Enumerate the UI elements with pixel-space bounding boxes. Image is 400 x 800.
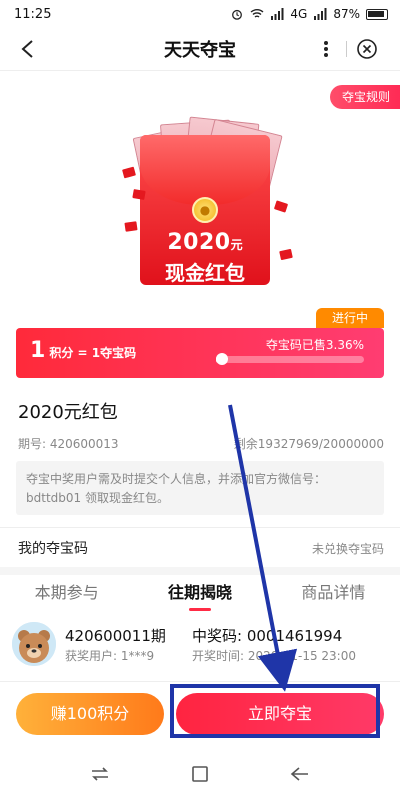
my-codes-label: 我的夺宝码: [18, 541, 88, 557]
winner-row[interactable]: 420600011期 获奖用户: 1***9 中奖码: 0001461994 开…: [0, 614, 400, 676]
nav-divider: [0, 70, 400, 71]
my-codes-status: 未兑换夺宝码: [311, 542, 384, 556]
close-icon: [357, 39, 377, 59]
battery-percent: 87%: [333, 7, 360, 21]
section-gap: [0, 567, 400, 575]
mini-envelope-icon: [124, 221, 138, 232]
status-bar: 11:25 4G 87%: [0, 0, 400, 28]
my-codes-row[interactable]: 我的夺宝码 未兑换夺宝码: [0, 527, 400, 567]
signal-icon: [271, 8, 284, 20]
status-indicators: 4G 87%: [230, 7, 388, 21]
recent-apps-button[interactable]: [85, 759, 115, 789]
envelope-amount: 2020元 现金红包: [140, 230, 270, 286]
tab-label: 商品详情: [301, 583, 366, 602]
mini-envelope-icon: [279, 248, 293, 261]
status-badge: 进行中: [316, 308, 384, 328]
alarm-icon: [232, 9, 243, 20]
signal-icon: [314, 8, 327, 20]
product-title: 2020元红包: [18, 402, 118, 423]
progress-track: [216, 356, 364, 363]
rate-text: 积分 = 1夺宝码: [49, 346, 137, 360]
remaining-count: 剩余19327969/20000000: [233, 437, 384, 451]
tab-current-participation[interactable]: 本期参与: [0, 575, 133, 613]
tab-product-details[interactable]: 商品详情: [267, 575, 400, 613]
mini-envelope-icon: [132, 189, 146, 200]
home-button[interactable]: [185, 759, 215, 789]
battery-icon: [366, 8, 388, 20]
winner-user: 获奖用户: 1***9: [65, 649, 155, 663]
wifi-icon: [250, 9, 264, 18]
points-rate: 1 积分 = 1夺宝码: [30, 338, 136, 363]
back-nav-icon: [290, 767, 308, 781]
back-icon: [21, 40, 33, 58]
tab-underline: [188, 608, 211, 611]
home-icon: [192, 766, 208, 782]
draw-time: 开奖时间: 2020-01-15 23:00: [192, 649, 356, 663]
nav-bar: 天天夺宝: [0, 28, 400, 70]
rate-number: 1: [30, 338, 46, 363]
back-button[interactable]: [14, 36, 40, 62]
network-type: 4G: [290, 7, 308, 21]
envelope-amount-value: 2020: [167, 230, 231, 255]
progress-knob: [216, 353, 228, 365]
tab-label: 本期参与: [34, 583, 99, 602]
winning-code: 中奖码: 0001461994: [192, 627, 343, 645]
mini-program-capsule: [306, 33, 388, 65]
system-back-button[interactable]: [285, 759, 315, 789]
tab-bar: 本期参与 往期揭晓 商品详情: [0, 575, 400, 613]
mini-envelope-icon: [273, 200, 289, 213]
join-now-button[interactable]: 立即夺宝: [176, 693, 384, 735]
progress-card: 1 积分 = 1夺宝码 夺宝码已售3.36%: [16, 328, 384, 378]
system-nav-bar: [0, 748, 400, 800]
recent-apps-icon: [92, 767, 108, 781]
earn-points-button[interactable]: 赚100积分: [16, 693, 164, 735]
tab-label: 往期揭晓: [167, 583, 232, 602]
bear-avatar-icon: [12, 622, 56, 666]
rules-button[interactable]: 夺宝规则: [329, 85, 400, 109]
envelope-subtitle: 现金红包: [165, 261, 245, 285]
avatar: [12, 622, 56, 666]
issue-number: 期号: 420600013: [18, 437, 119, 451]
page-title: 天天夺宝: [164, 40, 236, 61]
mini-envelope-icon: [122, 166, 136, 179]
envelope-amount-unit: 元: [230, 238, 243, 252]
tab-past-results[interactable]: 往期揭晓: [133, 575, 266, 613]
more-icon: [324, 41, 328, 57]
action-bar: 赚100积分 立即夺宝: [0, 681, 400, 745]
close-button[interactable]: [347, 33, 387, 65]
status-time: 11:25: [14, 6, 52, 22]
more-button[interactable]: [306, 33, 346, 65]
sold-percentage: 夺宝码已售3.36%: [265, 338, 364, 352]
winner-issue: 420600011期: [65, 627, 166, 645]
red-envelope-illustration: ● 2020元 现金红包: [115, 110, 295, 285]
envelope-flap: [140, 135, 270, 205]
paw-seal-icon: ●: [192, 197, 218, 223]
prize-notice: 夺宝中奖用户需及时提交个人信息，并添加官方微信号：bdttdb01 领取现金红包…: [16, 461, 384, 515]
